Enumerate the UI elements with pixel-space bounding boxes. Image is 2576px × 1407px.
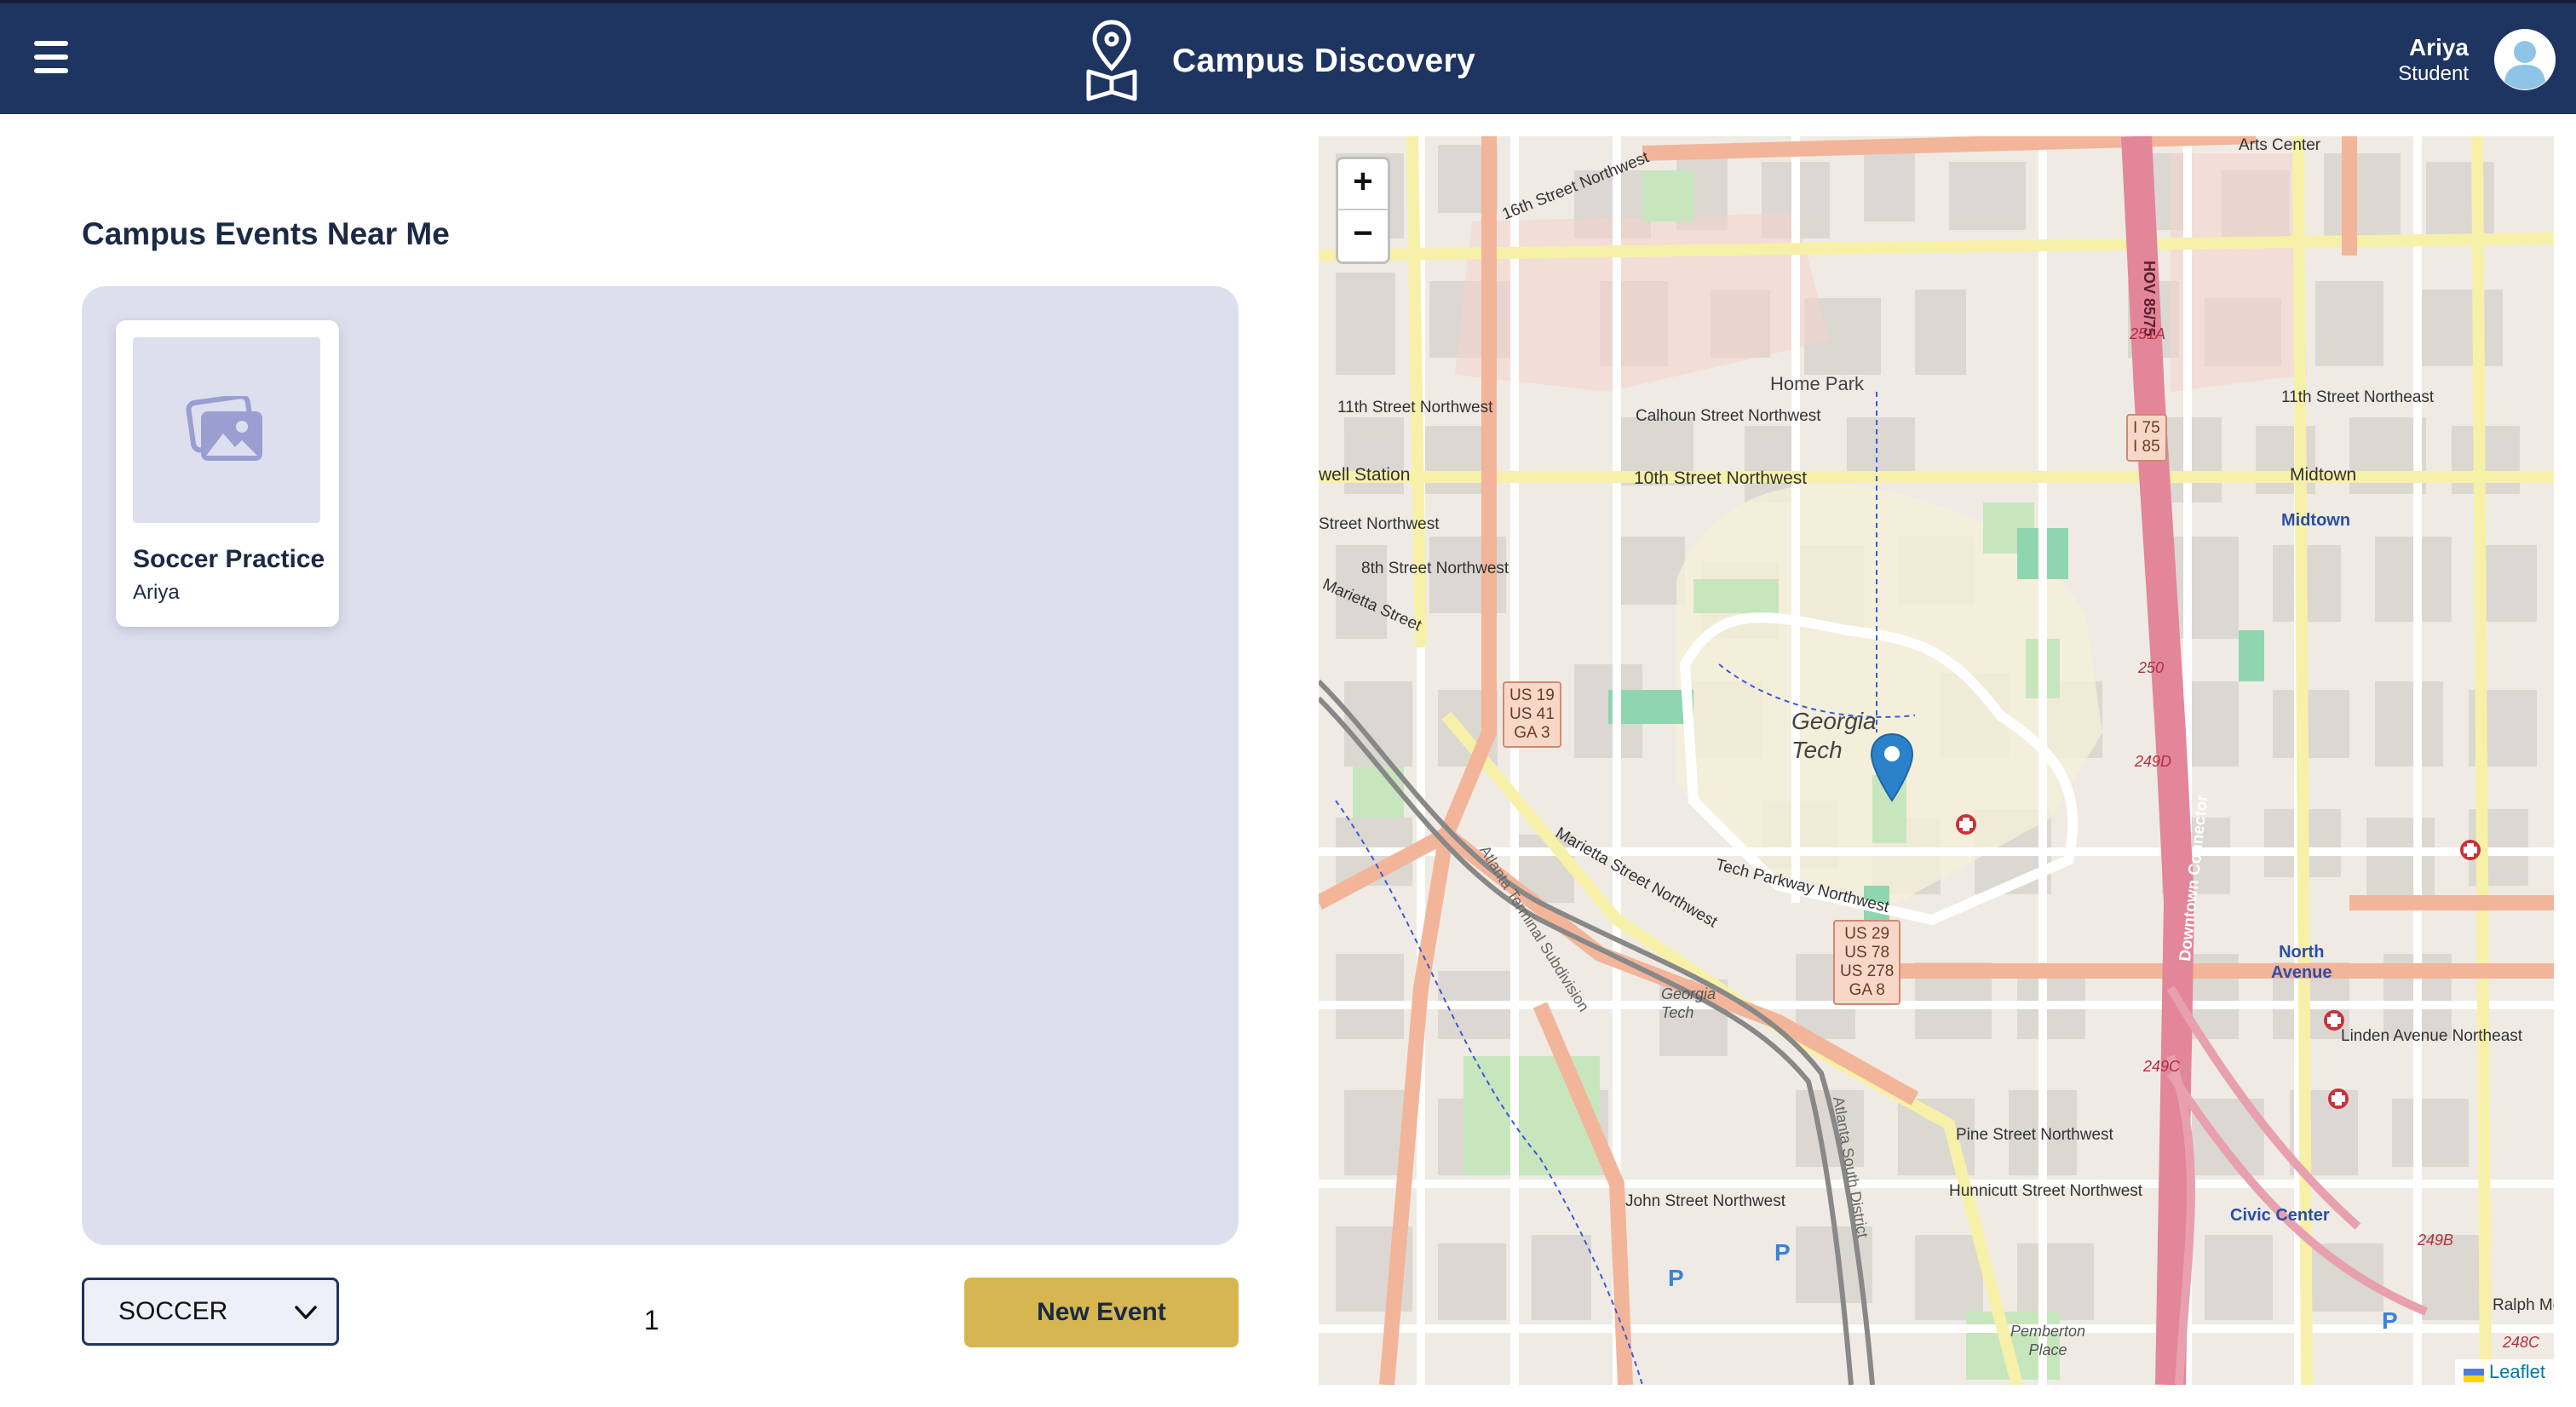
svg-text:P: P [1774,1239,1791,1266]
menu-icon[interactable] [34,41,75,78]
map-label-exit-249b: 249B [2418,1232,2454,1249]
zoom-out-button[interactable]: − [1338,210,1388,261]
map-label-exit-248c: 248C [2503,1334,2540,1351]
category-filter-select[interactable]: SOCCER [82,1278,339,1346]
new-event-button[interactable]: New Event [964,1278,1239,1347]
map-label-hunnicutt: Hunnicutt Street Northwest [1949,1182,2143,1200]
event-title: Soccer Practice [133,545,325,573]
map-label-arts-center: Arts Center [2239,136,2321,154]
map-label-well-station: well Station [1319,465,1411,485]
app-page: Campus Discovery Ariya Student Campus Ev… [0,0,2576,1407]
leaflet-link[interactable]: Leaflet [2489,1361,2545,1383]
page-title: Campus Events Near Me [82,216,450,251]
map-label-pemberton: Pemberton Place [2010,1323,2086,1358]
user-role: Student [2398,62,2469,85]
route-shield-us19: US 19 US 41 GA 3 [1503,681,1561,748]
svg-text:P: P [2382,1307,2398,1334]
app-title: Campus Discovery [1172,43,1475,79]
map-label-civic-center: Civic Center [2230,1206,2330,1225]
map-label-home-park: Home Park [1770,373,1865,394]
map-label-calhoun: Calhoun Street Northwest [1636,407,1821,425]
map-label-exit-249d: 249D [2135,753,2172,770]
user-profile[interactable]: Ariya Student [2398,29,2556,90]
map-label-exit-251a: 251A [2130,325,2166,342]
map-label-exit-249c: 249C [2143,1058,2181,1075]
chevron-down-icon [295,1306,317,1319]
map-label-8th-street: 8th Street Northwest [1361,560,1509,577]
map-tiles: P P P [1319,136,2554,1385]
event-card[interactable]: Soccer Practice Ariya [116,320,339,627]
event-owner: Ariya [133,581,180,604]
zoom-control: + − [1336,157,1390,264]
brand: Campus Discovery [1082,19,1475,104]
campus-map-pin-book-icon [1086,20,1137,101]
map-label-john-street: John Street Northwest [1625,1192,1785,1210]
image-placeholder-icon [133,337,320,523]
user-name: Ariya [2408,34,2469,60]
avatar-icon[interactable] [2494,29,2556,90]
map-label-pine: Pine Street Northwest [1956,1126,2113,1144]
map-label-street-nw: Street Northwest [1319,515,1440,533]
filter-selected-value: SOCCER [118,1297,228,1325]
ukraine-flag-icon [2463,1365,2484,1382]
top-navbar: Campus Discovery Ariya Student [0,0,2576,114]
zoom-in-button[interactable]: + [1338,159,1388,210]
map-pin-icon[interactable] [1870,732,1914,802]
map-attribution[interactable]: Leaflet [2454,1359,2554,1385]
route-shield-us29: US 29 US 78 US 278 GA 8 [1833,920,1901,1005]
route-shield-i75: I 75 I 85 [2126,414,2167,462]
svg-text:P: P [1668,1265,1684,1291]
map-label-ralph: Ralph McGi [2493,1296,2554,1314]
map-label-11th-street: 11th Street Northwest [1337,399,1493,416]
map-label-10th-street: 10th Street Northwest [1634,468,1808,488]
map-label-exit-250: 250 [2138,659,2165,676]
map-label-georgia-tech: Georgia Tech [1791,708,1877,763]
map-label-north-avenue: North Avenue [2271,943,2332,982]
map-label-midtown-station: Midtown [2281,511,2351,530]
events-panel: Soccer Practice Ariya [82,286,1239,1245]
map-label-midtown: Midtown [2290,465,2357,485]
campus-map[interactable]: PPP 16th Street Northwest 11th Street No… [1319,136,2554,1385]
map-label-georgia-tech-small: Georgia Tech [1661,985,1716,1021]
map-label-linden: Linden Avenue Northeast [2341,1027,2523,1045]
page-number: 1 [644,1305,659,1335]
map-label-11th-street-ne: 11th Street Northeast [2281,388,2435,406]
